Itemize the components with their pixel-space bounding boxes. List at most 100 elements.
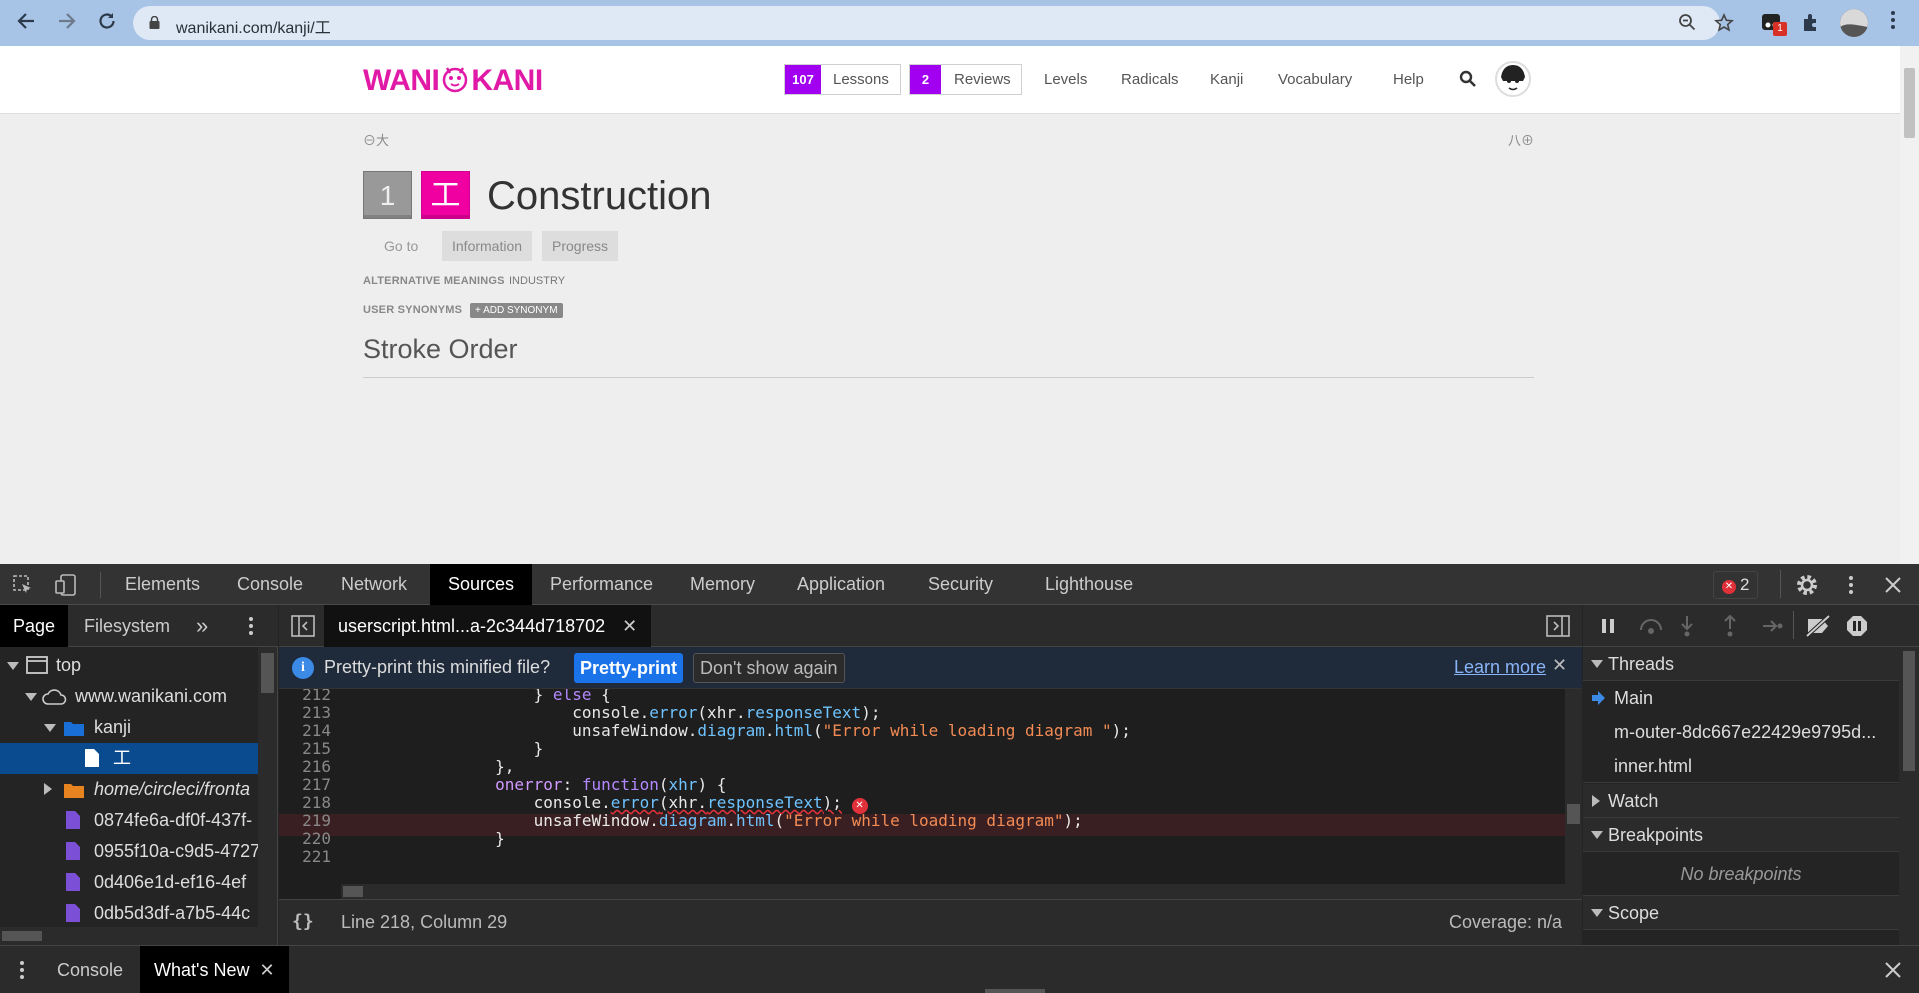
nav-radicals[interactable]: Radicals: [1121, 71, 1179, 88]
tab-filesystem[interactable]: Filesystem: [84, 605, 170, 647]
tab-sources[interactable]: Sources: [430, 564, 533, 605]
line-number: 214: [302, 721, 331, 740]
drawer-tab-console[interactable]: Console: [57, 946, 123, 993]
toggle-navigator-icon[interactable]: [291, 615, 315, 637]
navigator-scrollbar[interactable]: [258, 647, 277, 945]
step-over-icon[interactable]: [1638, 617, 1664, 635]
code-scrollbar[interactable]: [1565, 689, 1582, 899]
bookmark-star-icon[interactable]: [1713, 13, 1735, 35]
dont-show-again-button[interactable]: Don't show again: [693, 653, 845, 683]
threads-section-header[interactable]: Threads: [1583, 647, 1899, 681]
extensions-puzzle-icon[interactable]: [1800, 11, 1824, 35]
nav-kanji[interactable]: Kanji: [1210, 71, 1243, 88]
page-scrollbar[interactable]: [1900, 46, 1919, 564]
extension-tampermonkey-icon[interactable]: 1: [1760, 11, 1787, 36]
tab-security[interactable]: Security: [928, 564, 993, 605]
code-line: unsafeWindow.diagram.html("Error while l…: [341, 721, 1131, 740]
step-into-icon[interactable]: [1678, 615, 1696, 637]
navigator-hscrollbar-thumb[interactable]: [2, 931, 42, 941]
reviews-button[interactable]: 2 Reviews: [909, 64, 1022, 95]
watch-section-header[interactable]: Watch: [1583, 784, 1899, 818]
next-kanji-link[interactable]: 八⊕: [1508, 130, 1534, 149]
zoom-icon[interactable]: [1676, 13, 1698, 35]
address-bar[interactable]: wanikani.com/kanji/工: [133, 6, 1734, 40]
code-line: }: [341, 829, 505, 848]
wanikani-logo[interactable]: WANI KANI: [363, 64, 543, 98]
scope-section-header[interactable]: Scope: [1583, 896, 1899, 930]
profile-avatar[interactable]: [1840, 9, 1868, 37]
back-button[interactable]: [13, 10, 39, 36]
browser-menu-icon[interactable]: [1880, 10, 1906, 36]
tree-item-script[interactable]: 0db5d3df-a7b5-44c: [0, 898, 258, 929]
tab-progress[interactable]: Progress: [542, 231, 619, 261]
close-infobar-icon[interactable]: ✕: [1552, 655, 1567, 676]
close-drawer-tab-icon[interactable]: ✕: [259, 960, 274, 980]
level-badge[interactable]: 1: [363, 171, 412, 219]
tab-memory[interactable]: Memory: [690, 564, 755, 605]
code-area[interactable]: 212 } else { 213 console.error(xhr.respo…: [279, 689, 1582, 899]
navigator-hscrollbar[interactable]: [0, 927, 258, 945]
nav-help[interactable]: Help: [1393, 71, 1424, 88]
pretty-print-braces-icon[interactable]: {}: [292, 911, 314, 932]
nav-levels[interactable]: Levels: [1044, 71, 1087, 88]
pause-on-exceptions-icon[interactable]: [1845, 614, 1869, 638]
tab-application[interactable]: Application: [797, 564, 885, 605]
settings-gear-icon[interactable]: [1795, 573, 1819, 597]
learn-more-link[interactable]: Learn more: [1454, 657, 1546, 678]
debugger-scrollbar[interactable]: [1899, 647, 1919, 945]
drawer-tab-whats-new[interactable]: What's New ✕: [140, 946, 289, 993]
tree-item-script[interactable]: 0874fe6a-df0f-437f-: [0, 805, 258, 836]
page-scrollbar-thumb[interactable]: [1904, 68, 1915, 138]
debugger-scrollbar-thumb[interactable]: [1903, 651, 1915, 771]
pause-icon[interactable]: [1600, 617, 1616, 635]
tree-item-domain[interactable]: www.wanikani.com: [0, 681, 258, 712]
navigator-menu-icon[interactable]: [247, 616, 255, 636]
more-options-icon[interactable]: [1840, 574, 1862, 596]
tab-performance[interactable]: Performance: [550, 564, 653, 605]
code-scrollbar-thumb[interactable]: [1567, 804, 1580, 824]
user-avatar[interactable]: [1495, 61, 1531, 97]
tree-item-top[interactable]: top: [0, 650, 258, 681]
add-synonym-button[interactable]: + ADD SYNONYM: [470, 303, 563, 318]
pretty-print-button[interactable]: Pretty-print: [574, 653, 684, 683]
tab-information[interactable]: Information: [442, 231, 533, 261]
code-hscrollbar-thumb[interactable]: [343, 886, 363, 897]
nav-vocabulary[interactable]: Vocabulary: [1278, 71, 1352, 88]
thread-item-main[interactable]: Main: [1583, 681, 1899, 715]
tree-item-file-selected[interactable]: 工: [0, 743, 258, 774]
code-hscrollbar[interactable]: [341, 884, 1565, 899]
more-tabs-chevron-icon[interactable]: »: [196, 613, 208, 639]
navigator-scrollbar-thumb[interactable]: [261, 653, 274, 693]
thread-item[interactable]: m-outer-8dc667e22429e9795d...: [1583, 715, 1899, 749]
tab-lighthouse[interactable]: Lighthouse: [1045, 564, 1133, 605]
close-devtools-icon[interactable]: [1883, 575, 1903, 595]
tree-item-script[interactable]: 0d406e1d-ef16-4ef: [0, 867, 258, 898]
collapse-triangle-icon: [1592, 795, 1600, 807]
tree-item-folder-kanji[interactable]: kanji: [0, 712, 258, 743]
tab-network[interactable]: Network: [341, 564, 407, 605]
step-icon[interactable]: [1761, 617, 1783, 635]
tree-item-folder-home[interactable]: home/circleci/fronta: [0, 774, 258, 805]
step-out-icon[interactable]: [1721, 614, 1739, 637]
drawer-menu-icon[interactable]: [18, 960, 26, 980]
deactivate-breakpoints-icon[interactable]: [1805, 614, 1833, 638]
lessons-button[interactable]: 107 Lessons: [784, 64, 901, 95]
reload-button[interactable]: [94, 10, 120, 36]
prev-arrow-icon: ⊖: [363, 133, 377, 148]
thread-item[interactable]: inner.html: [1583, 749, 1899, 783]
breakpoints-section-header[interactable]: Breakpoints: [1583, 818, 1899, 852]
error-count-badge[interactable]: ✕ 2: [1713, 571, 1759, 599]
inspect-element-icon[interactable]: [12, 574, 34, 596]
device-toolbar-icon[interactable]: [55, 573, 77, 597]
close-drawer-icon[interactable]: [1883, 960, 1903, 980]
tab-elements[interactable]: Elements: [125, 564, 200, 605]
toggle-debugger-icon[interactable]: [1546, 615, 1570, 637]
tab-page[interactable]: Page: [0, 605, 69, 647]
tab-console[interactable]: Console: [237, 564, 303, 605]
close-tab-icon[interactable]: ✕: [622, 616, 637, 636]
prev-kanji-link[interactable]: ⊖大: [363, 130, 389, 149]
search-icon[interactable]: [1459, 70, 1477, 88]
editor-file-tab[interactable]: userscript.html...a-2c344d718702 ✕: [324, 605, 652, 647]
forward-button[interactable]: [54, 10, 80, 36]
tree-item-script[interactable]: 0955f10a-c9d5-4727: [0, 836, 258, 867]
